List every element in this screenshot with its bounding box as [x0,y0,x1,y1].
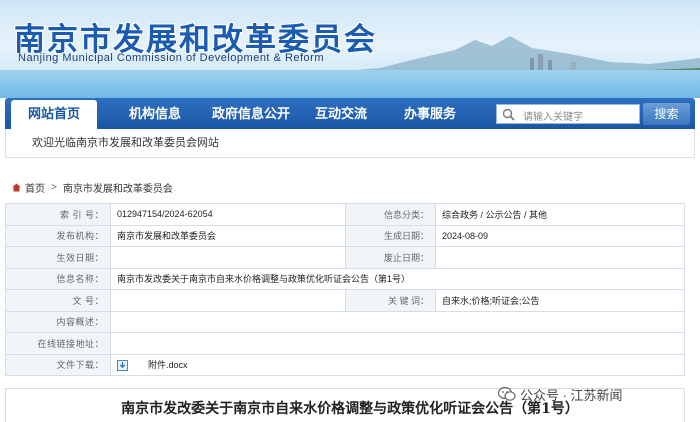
watermark: 公众号 · 江苏新闻 [498,384,623,404]
table-row: 文 号： 关 键 词： 自来水;价格;听证会;公告 [5,289,685,312]
home-icon [12,183,21,191]
search-input[interactable]: 请输入关键字 [496,104,640,124]
site-subtitle-en: Nanjing Municipal Commission of Developm… [18,52,325,64]
search-icon [502,108,515,121]
download-label: 文件下载： [5,353,111,376]
name-value: 南京市发改委关于南京市自来水价格调整与政策优化听证会公告（第1号） [110,267,685,290]
docno-value [110,289,346,312]
nav-home[interactable]: 网站首页 [11,100,97,129]
lake-water [0,70,700,98]
page: 南京市发展和改革委员会 Nanjing Municipal Commission… [0,0,700,422]
header-banner: 南京市发展和改革委员会 Nanjing Municipal Commission… [0,0,700,98]
date-value: 2024-08-09 [435,224,685,247]
publisher-value: 南京市发展和改革委员会 [110,224,346,247]
publisher-label: 发布机构： [5,224,111,247]
search-placeholder: 请输入关键字 [523,112,583,123]
breadcrumb: 首页 > 南京市发展和改革委员会 [12,180,173,195]
expire-label: 废止日期： [345,246,436,269]
breadcrumb-current[interactable]: 南京市发展和改革委员会 [63,180,173,195]
table-row: 内容概述： [5,310,685,333]
nav-gov-info[interactable]: 政府信息公开 [201,98,301,129]
watermark-text: 公众号 · 江苏新闻 [520,387,623,403]
name-label: 信息名称： [5,267,111,290]
index-label: 索 引 号： [5,203,111,226]
keyword-label: 关 键 词： [345,289,436,312]
effective-value [110,246,346,269]
category-label: 信息分类： [345,203,436,226]
download-cell: 附件.docx [110,353,685,376]
info-table: 索 引 号： 012947154/2024-62054 信息分类： 综合政务 /… [5,203,685,376]
link-label: 在线链接地址： [5,332,111,355]
docno-label: 文 号： [5,289,111,312]
nav-interaction[interactable]: 互动交流 [305,98,377,129]
search-button[interactable]: 搜索 [643,103,690,125]
keyword-value: 自来水;价格;听证会;公告 [435,289,685,312]
index-value: 012947154/2024-62054 [110,203,346,226]
table-row: 文件下载： 附件.docx [5,353,685,376]
expire-value [435,246,685,269]
summary-value [110,310,685,333]
table-row: 发布机构： 南京市发展和改革委员会 生成日期： 2024-08-09 [5,224,685,247]
nav-organization[interactable]: 机构信息 [115,98,195,129]
link-value [110,332,685,355]
nav-services[interactable]: 办事服务 [393,98,467,129]
table-row: 信息名称： 南京市发改委关于南京市自来水价格调整与政策优化听证会公告（第1号） [5,267,685,290]
date-label: 生成日期： [345,224,436,247]
download-link[interactable]: 附件.docx [148,360,188,370]
breadcrumb-home[interactable]: 首页 [25,180,45,195]
table-row: 生效日期： 废止日期： [5,246,685,269]
welcome-text: 欢迎光临南京市发展和改革委员会网站 [5,129,695,158]
wechat-icon [498,386,516,401]
table-row: 在线链接地址： [5,332,685,355]
category-value: 综合政务 / 公示公告 / 其他 [435,203,685,226]
download-icon[interactable] [117,360,128,372]
breadcrumb-separator: > [51,181,57,193]
table-row: 索 引 号： 012947154/2024-62054 信息分类： 综合政务 /… [5,203,685,226]
effective-label: 生效日期： [5,246,111,269]
summary-label: 内容概述： [5,310,111,333]
